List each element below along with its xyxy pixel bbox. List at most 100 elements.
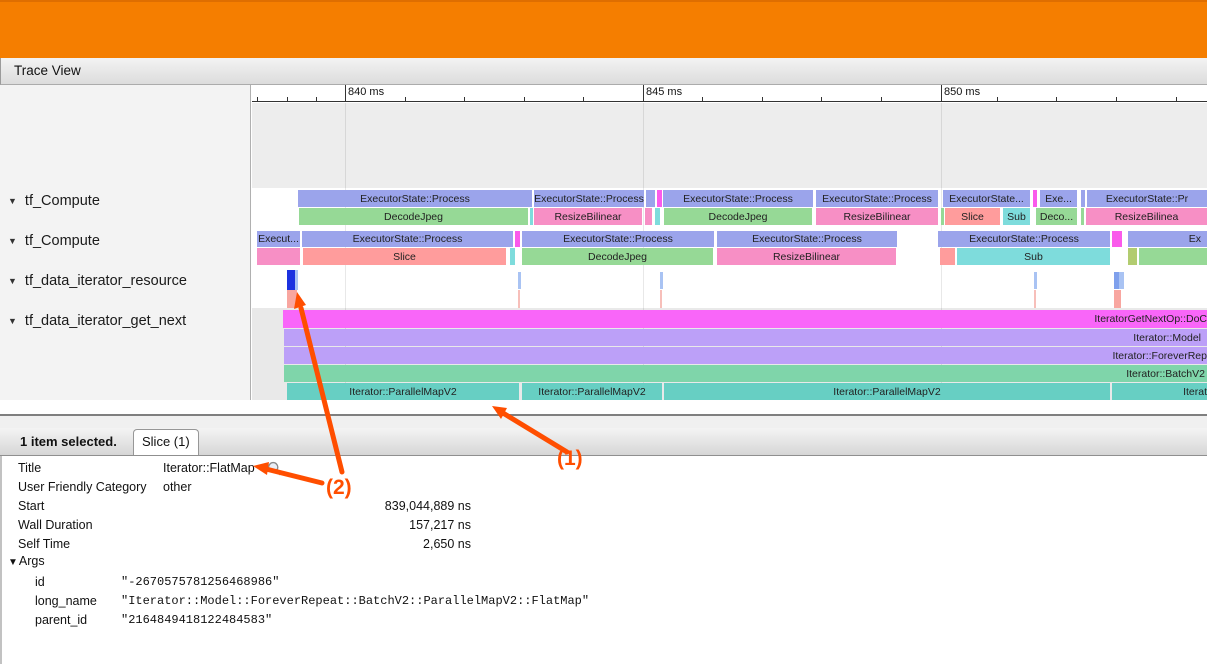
track-label-tf_data_iterator_get_next[interactable]: ▼ tf_data_iterator_get_next (8, 312, 186, 330)
iterator-parallelmapv2-slice[interactable]: Iterator::ParallelMapV2 (287, 383, 519, 400)
compute1-ops-slice[interactable]: ResizeBilinea (1086, 208, 1207, 225)
arg-key: long_name (35, 594, 97, 608)
compute2-process-slice[interactable]: ExecutorState::Process (522, 231, 714, 247)
compute1-process-slice[interactable] (1081, 190, 1085, 207)
resource-events-slice[interactable] (1034, 272, 1037, 289)
selected-slice[interactable] (287, 270, 295, 290)
ruler-minor-tick (287, 97, 288, 101)
detail-field-title: TitleIterator::FlatMap (2, 459, 702, 478)
iterator-foreverrepeat-slice[interactable]: Iterator::ForeverRep (284, 347, 1207, 364)
compute2-ops-slice[interactable]: Sub (957, 248, 1110, 265)
iterator-parallelmapv2-slice[interactable]: Iterat (1112, 383, 1207, 400)
track-label-tf_Compute[interactable]: ▼ tf_Compute (8, 192, 100, 210)
ruler-minor-tick (881, 97, 882, 101)
field-value: 2,650 ns (163, 537, 471, 551)
compute1-ops-slice[interactable]: Deco... (1036, 208, 1077, 225)
slice-label: Slice (961, 211, 984, 223)
top-orange-banner (0, 0, 1207, 58)
compute1-ops-slice[interactable]: DecodeJpeg (299, 208, 528, 225)
slice-label: Ex (1189, 233, 1201, 245)
args-section-header[interactable]: ▼Args (8, 554, 45, 573)
compute2-ops-slice[interactable] (510, 248, 515, 265)
slice-label: Iterator::ForeverRep (1112, 350, 1207, 362)
compute1-process-slice[interactable] (1033, 190, 1037, 207)
arg-value: "2164849418122484583" (121, 613, 272, 627)
compute1-ops-slice[interactable]: Slice (945, 208, 1000, 225)
ruler-minor-tick (702, 97, 703, 101)
compute1-ops-slice[interactable]: Sub (1003, 208, 1030, 225)
compute1-process-slice[interactable] (646, 190, 655, 207)
slice-label: ExecutorState::Process (752, 233, 862, 245)
compute2-ops-slice[interactable] (1139, 248, 1207, 265)
slice-label: ExecutorState::Process (353, 233, 463, 245)
compute1-ops-slice[interactable] (1081, 208, 1084, 225)
compute1-ops-slice[interactable] (645, 208, 652, 225)
field-label: Start (18, 499, 44, 513)
collapse-arrow-icon[interactable]: ▼ (8, 316, 17, 326)
compute1-process-slice[interactable] (657, 190, 662, 207)
trace-view-header: Trace View (0, 58, 1207, 85)
ruler-minor-tick (405, 97, 406, 101)
compute2-process-slice[interactable] (515, 231, 520, 247)
compute1-ops-slice[interactable]: ResizeBilinear (534, 208, 642, 225)
compute1-ops-slice[interactable] (941, 208, 944, 225)
args-collapse-arrow-icon[interactable]: ▼ (8, 557, 18, 568)
slice-label: ExecutorState::Process (534, 193, 644, 205)
resource-sub-events-slice[interactable] (518, 290, 520, 308)
compute1-ops-slice[interactable] (655, 208, 660, 225)
ruler-minor-tick (316, 97, 317, 101)
slice-label: DecodeJpeg (384, 211, 443, 223)
panel-splitter[interactable] (0, 400, 1207, 428)
track-name: tf_data_iterator_get_next (25, 313, 186, 329)
compute1-process-slice[interactable]: ExecutorState::Process (816, 190, 938, 207)
compute2-ops-slice[interactable] (1128, 248, 1137, 265)
compute2-ops-slice[interactable]: ResizeBilinear (717, 248, 896, 265)
resource-events-slice[interactable] (660, 272, 663, 289)
iterator-parallelmapv2-slice[interactable]: Iterator::ParallelMapV2 (664, 383, 1110, 400)
collapse-arrow-icon[interactable]: ▼ (8, 236, 17, 246)
ruler-major-tick (345, 85, 346, 102)
compute2-process-slice[interactable]: ExecutorState::Process (938, 231, 1110, 247)
compute1-process-slice[interactable]: ExecutorState::Process (663, 190, 813, 207)
compute1-ops-slice[interactable]: DecodeJpeg (664, 208, 812, 225)
compute2-ops-slice[interactable] (940, 248, 955, 265)
track-label-tf_Compute[interactable]: ▼tf_Compute (8, 232, 100, 250)
slice-label: Slice (393, 251, 416, 263)
compute2-process-slice[interactable]: ExecutorState::Process (717, 231, 897, 247)
slice-label: Exe... (1045, 193, 1072, 205)
compute2-process-slice[interactable] (1112, 231, 1122, 247)
compute1-ops-slice[interactable]: ResizeBilinear (816, 208, 938, 225)
compute1-process-slice[interactable]: ExecutorState::Pr (1087, 190, 1207, 207)
compute2-process-slice[interactable]: Execut... (257, 231, 300, 247)
iterator-batchv2-slice[interactable]: Iterator::BatchV2 (284, 365, 1207, 382)
resource-events-slice[interactable] (1119, 272, 1124, 289)
compute2-process-slice[interactable]: ExecutorState::Process (302, 231, 513, 247)
compute2-process-slice[interactable]: Ex (1128, 231, 1207, 247)
compute2-ops-slice[interactable] (257, 248, 300, 265)
resource-sub-events-slice[interactable] (1034, 290, 1036, 308)
compute1-ops-slice[interactable] (530, 208, 533, 225)
tab-slice[interactable]: Slice (1) (133, 429, 199, 455)
field-label: User Friendly Category (18, 480, 147, 494)
collapse-arrow-icon[interactable]: ▼ (8, 276, 17, 286)
track-name: tf_Compute (25, 193, 100, 209)
compute1-process-slice[interactable]: ExecutorState... (943, 190, 1030, 207)
iterator-model-slice[interactable]: Iterator::Model (284, 329, 1207, 346)
track-label-tf_data_iterator_resource[interactable]: ▼tf_data_iterator_resource (8, 272, 187, 290)
resource-sub-events-slice[interactable] (1114, 290, 1121, 308)
collapse-arrow-icon[interactable]: ▼ (8, 196, 17, 206)
ruler-tick-label: 845 ms (646, 86, 682, 98)
compute2-ops-slice[interactable]: Slice (303, 248, 506, 265)
resource-sub-events-slice[interactable] (287, 290, 297, 308)
getnext-op-slice[interactable]: IteratorGetNextOp::DoC (283, 310, 1207, 328)
trace-viewer-page: { "banner": {"color": "#F57E00"}, "heade… (0, 0, 1207, 664)
resource-events-slice[interactable] (295, 270, 298, 290)
compute1-process-slice[interactable]: ExecutorState::Process (298, 190, 532, 207)
resource-sub-events-slice[interactable] (660, 290, 662, 308)
resource-events-slice[interactable] (518, 272, 521, 289)
compute1-process-slice[interactable]: ExecutorState::Process (534, 190, 644, 207)
compute1-process-slice[interactable]: Exe... (1040, 190, 1077, 207)
compute2-ops-slice[interactable]: DecodeJpeg (522, 248, 713, 265)
detail-field-user-friendly-category: User Friendly Categoryother (2, 478, 702, 497)
iterator-parallelmapv2-slice[interactable]: Iterator::ParallelMapV2 (522, 383, 662, 400)
